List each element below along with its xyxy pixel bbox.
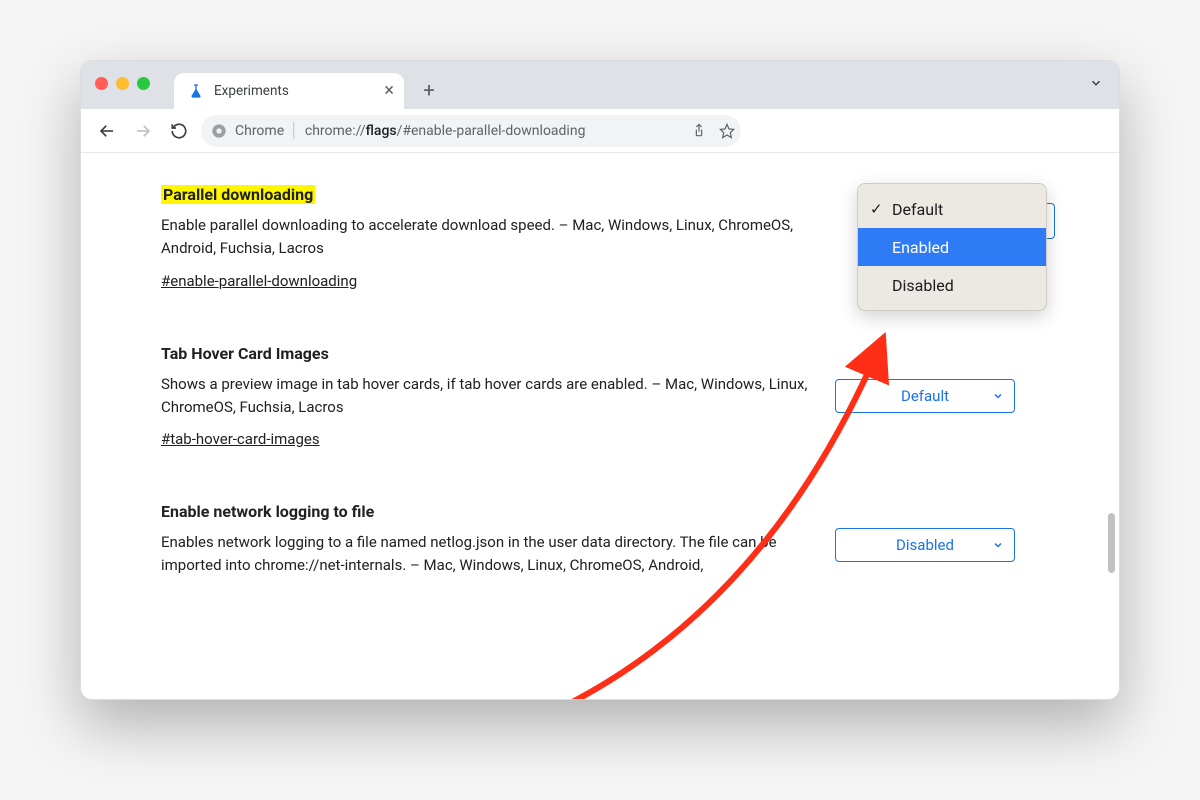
- window-traffic-lights[interactable]: [95, 77, 150, 90]
- flag-title: Parallel downloading: [161, 185, 315, 204]
- dropdown-option-disabled[interactable]: Disabled: [858, 266, 1046, 304]
- chevron-down-icon: [992, 390, 1004, 402]
- tab-title: Experiments: [214, 83, 289, 99]
- select-value: Default: [901, 387, 949, 405]
- forward-button[interactable]: [129, 117, 157, 145]
- reload-icon: [170, 122, 188, 140]
- flag-control: Disabled: [835, 502, 1015, 588]
- window-close-button[interactable]: [95, 77, 108, 90]
- dropdown-option-label: Disabled: [892, 276, 954, 295]
- chevron-down-icon: [1089, 76, 1103, 90]
- tab-close-icon[interactable]: ×: [384, 82, 394, 100]
- window-zoom-button[interactable]: [137, 77, 150, 90]
- flags-page: ✓ Default Enabled Disabled Parallel down…: [81, 153, 1119, 699]
- url-scheme-label: Chrome: [235, 123, 284, 139]
- url-separator: │: [290, 122, 299, 139]
- dropdown-option-default[interactable]: ✓ Default: [858, 190, 1046, 228]
- chrome-icon: [211, 123, 227, 139]
- flag-control: Default: [835, 344, 1015, 449]
- arrow-right-icon: [134, 122, 152, 140]
- browser-toolbar: Chrome │ chrome://flags/#enable-parallel…: [81, 109, 1119, 153]
- flag-row: Enable network logging to file Enables n…: [161, 502, 1039, 588]
- flag-description: Enables network logging to a file named …: [161, 531, 811, 578]
- flag-anchor-link[interactable]: #enable-parallel-downloading: [161, 272, 357, 290]
- flag-description: Enable parallel downloading to accelerat…: [161, 214, 811, 261]
- tabs-dropdown-button[interactable]: [1083, 70, 1109, 96]
- flag-title: Enable network logging to file: [161, 502, 811, 521]
- bookmark-star-icon[interactable]: [719, 123, 735, 139]
- flag-title: Tab Hover Card Images: [161, 344, 811, 363]
- flag-text: Tab Hover Card Images Shows a preview im…: [161, 344, 811, 449]
- dropdown-option-label: Enabled: [892, 238, 949, 257]
- omnibox-actions: [691, 123, 735, 139]
- url-path: chrome://flags/#enable-parallel-download…: [305, 123, 586, 139]
- back-button[interactable]: [93, 117, 121, 145]
- flag-text: Enable network logging to file Enables n…: [161, 502, 811, 588]
- flask-icon: [188, 83, 204, 99]
- check-icon: ✓: [870, 200, 883, 218]
- flag-anchor-link[interactable]: #tab-hover-card-images: [161, 430, 320, 448]
- window-minimize-button[interactable]: [116, 77, 129, 90]
- new-tab-button[interactable]: +: [414, 75, 444, 105]
- url-pre: chrome://: [305, 123, 366, 139]
- chevron-down-icon: [992, 539, 1004, 551]
- flag-description: Shows a preview image in tab hover cards…: [161, 373, 811, 420]
- dropdown-option-enabled[interactable]: Enabled: [858, 228, 1046, 266]
- dropdown-option-label: Default: [892, 200, 943, 219]
- flag-text: Parallel downloading Enable parallel dow…: [161, 185, 811, 290]
- flag-select[interactable]: Disabled: [835, 528, 1015, 562]
- browser-tab[interactable]: Experiments ×: [174, 73, 404, 109]
- flag-select[interactable]: Default: [835, 379, 1015, 413]
- url-bold: flags: [366, 123, 397, 139]
- share-icon[interactable]: [691, 123, 707, 139]
- arrow-left-icon: [98, 122, 116, 140]
- reload-button[interactable]: [165, 117, 193, 145]
- flag-row: Tab Hover Card Images Shows a preview im…: [161, 344, 1039, 449]
- tab-strip: Experiments × +: [81, 61, 1119, 109]
- scrollbar-thumb[interactable]: [1108, 513, 1115, 573]
- flag-select-dropdown[interactable]: ✓ Default Enabled Disabled: [857, 183, 1047, 311]
- url-post: /#enable-parallel-downloading: [397, 123, 586, 139]
- select-value: Disabled: [896, 536, 954, 554]
- address-bar[interactable]: Chrome │ chrome://flags/#enable-parallel…: [201, 115, 741, 147]
- browser-window: Experiments × + Chrome │ chrome://flags/…: [80, 60, 1120, 700]
